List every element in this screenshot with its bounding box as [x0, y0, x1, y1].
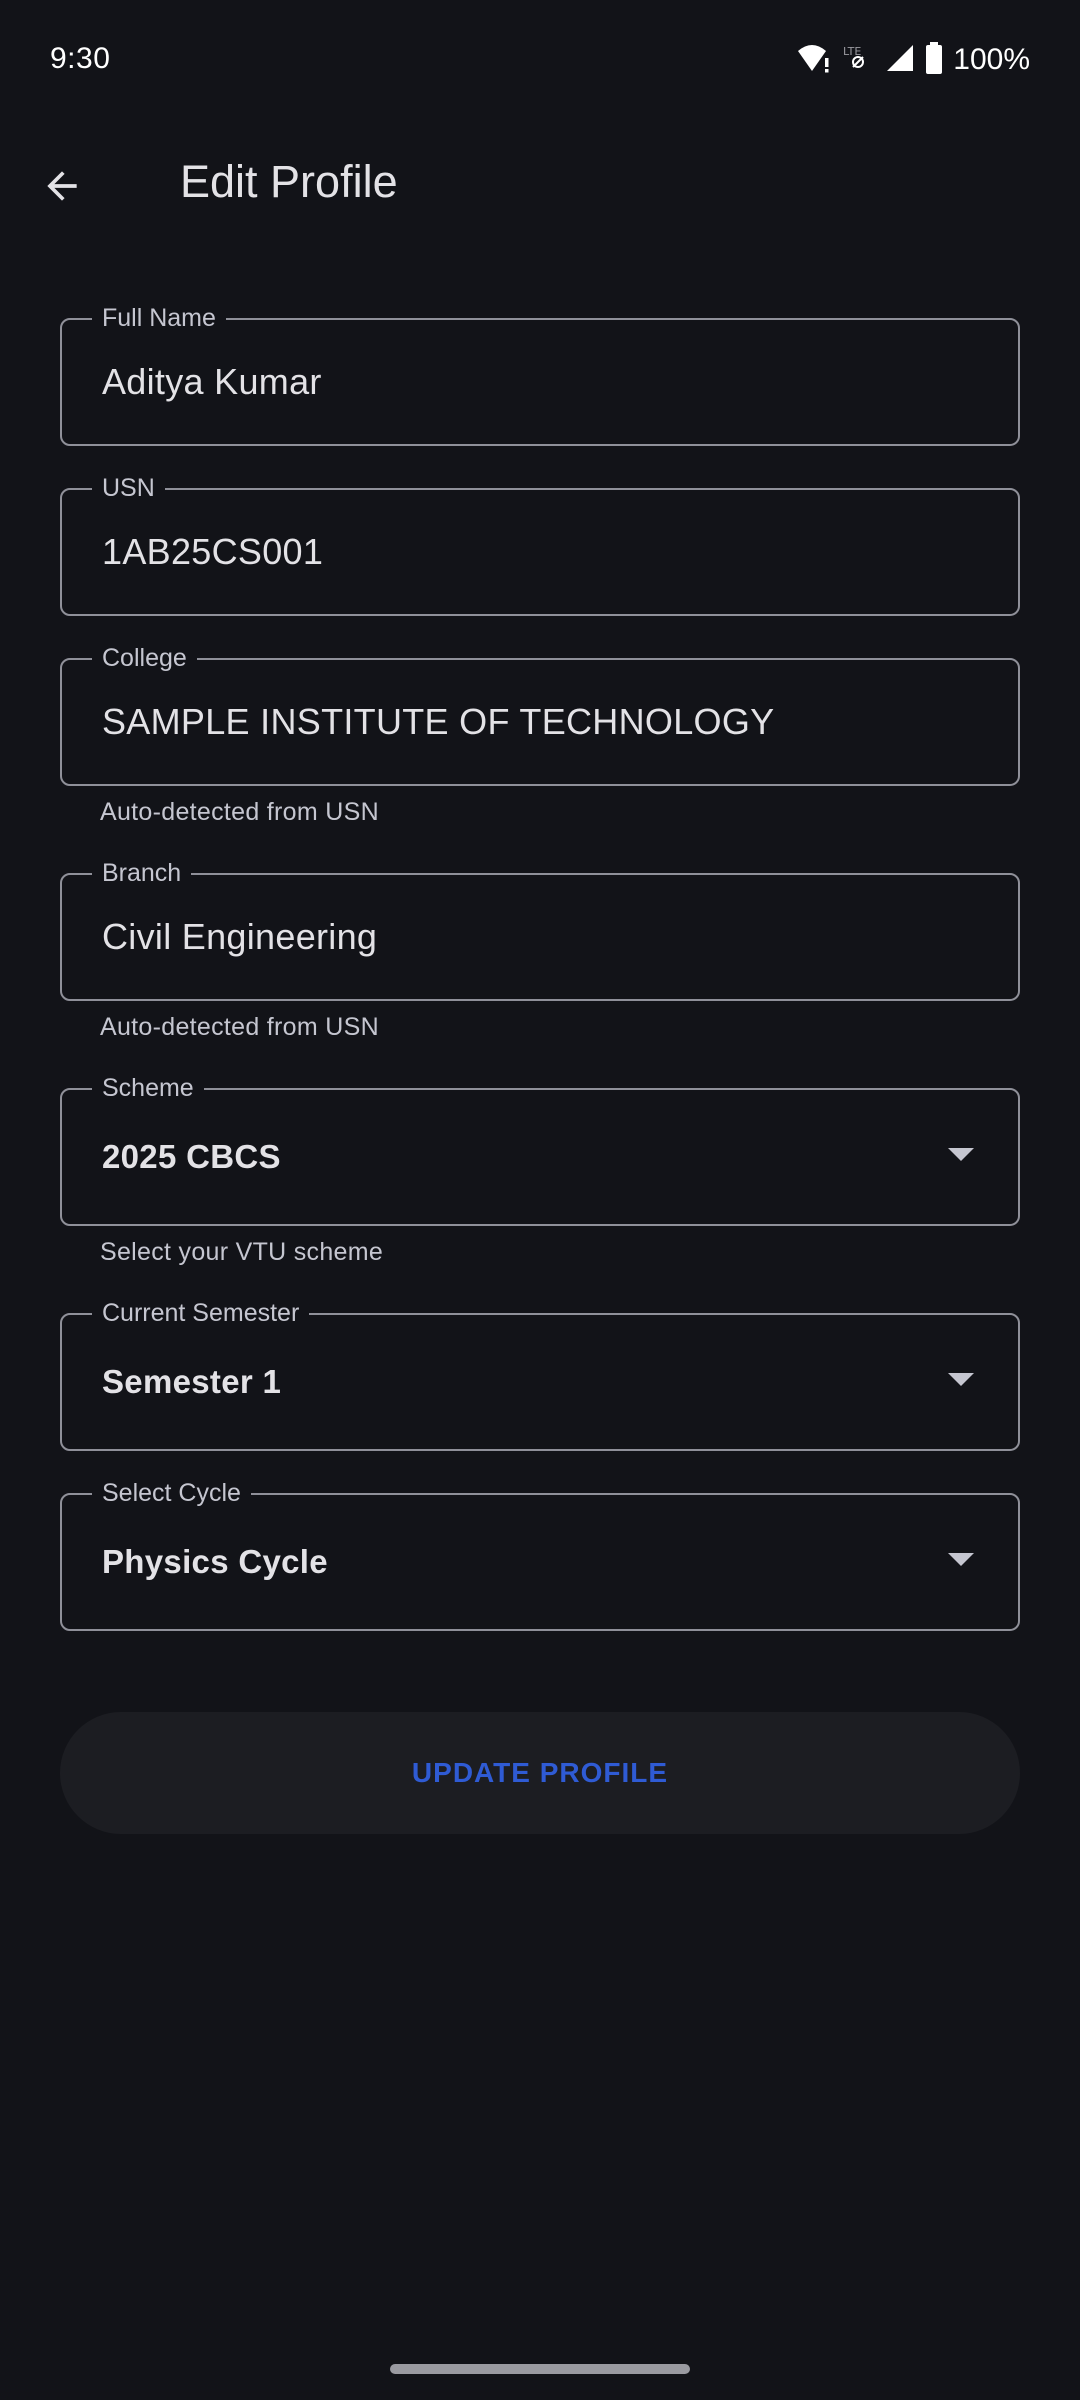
lte-icon: LTE — [841, 43, 875, 78]
dropdown-arrow-icon[interactable] — [948, 1148, 974, 1161]
battery-icon — [925, 41, 943, 79]
scheme-value: 2025 CBCS — [102, 1138, 281, 1175]
branch-field[interactable]: Branch Civil Engineering — [60, 858, 1020, 1001]
update-profile-button[interactable]: UPDATE PROFILE — [60, 1712, 1020, 1834]
cycle-value: Physics Cycle — [102, 1543, 328, 1580]
battery-percentage: 100% — [953, 43, 1030, 76]
full-name-field[interactable]: Full Name Aditya Kumar — [60, 303, 1020, 446]
branch-helper-text: Auto-detected from USN — [100, 1013, 379, 1041]
college-field[interactable]: College SAMPLE INSTITUTE OF TECHNOLOGY — [60, 643, 1020, 786]
scheme-dropdown[interactable]: Scheme 2025 CBCS — [60, 1073, 1020, 1226]
status-icons: LTE 100% — [797, 40, 1030, 80]
usn-field[interactable]: USN 1AB25CS001 — [60, 473, 1020, 616]
back-button[interactable] — [30, 154, 94, 218]
app-bar: Edit Profile — [0, 124, 1080, 248]
page-title: Edit Profile — [180, 156, 398, 207]
dropdown-arrow-icon[interactable] — [948, 1553, 974, 1566]
scheme-helper-text: Select your VTU scheme — [100, 1238, 384, 1266]
status-bar: 9:30 LTE 100% — [0, 0, 1080, 124]
usn-value[interactable]: 1AB25CS001 — [102, 490, 323, 614]
college-helper-text: Auto-detected from USN — [100, 798, 379, 826]
arrow-back-icon — [47, 171, 77, 201]
wifi-alert-icon — [797, 43, 831, 78]
gesture-nav-bar[interactable] — [390, 2364, 690, 2374]
college-value[interactable]: SAMPLE INSTITUTE OF TECHNOLOGY — [102, 660, 774, 784]
semester-dropdown[interactable]: Current Semester Semester 1 — [60, 1298, 1020, 1451]
signal-icon — [885, 43, 915, 78]
dropdown-arrow-icon[interactable] — [948, 1373, 974, 1386]
full-name-value[interactable]: Aditya Kumar — [102, 320, 322, 444]
semester-value: Semester 1 — [102, 1363, 282, 1400]
status-time: 9:30 — [50, 42, 111, 75]
branch-value[interactable]: Civil Engineering — [102, 875, 377, 999]
cycle-dropdown[interactable]: Select Cycle Physics Cycle — [60, 1478, 1020, 1631]
